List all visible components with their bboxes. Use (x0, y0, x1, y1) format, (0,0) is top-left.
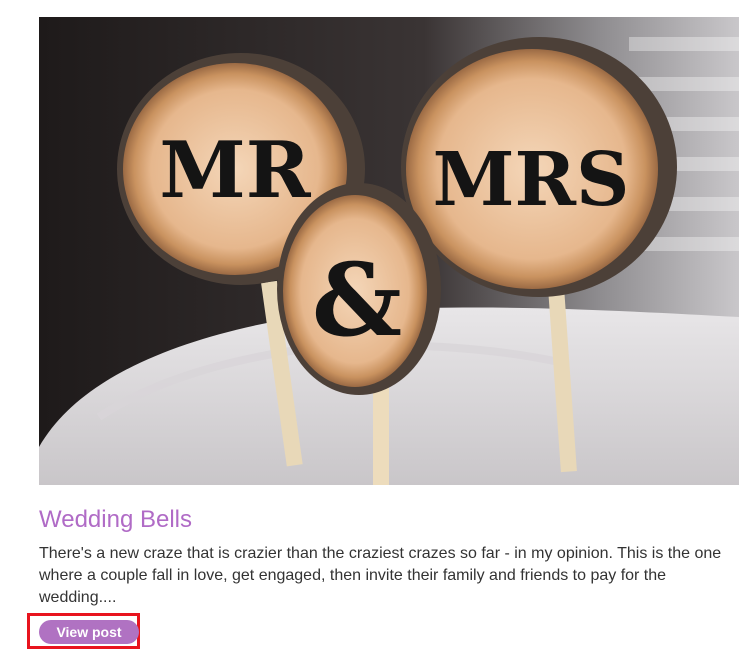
blog-post-card: MR MRS & Wedding Bells There's a new cra… (0, 0, 753, 661)
post-title[interactable]: Wedding Bells (39, 506, 192, 534)
sign-mr-text: MR (159, 125, 311, 216)
view-post-button[interactable]: View post (39, 620, 139, 644)
sign-and-text: & (312, 241, 402, 359)
post-image[interactable]: MR MRS & (39, 17, 739, 485)
sign-mrs-text: MRS (433, 137, 630, 223)
post-excerpt: There's a new craze that is crazier than… (39, 545, 722, 606)
